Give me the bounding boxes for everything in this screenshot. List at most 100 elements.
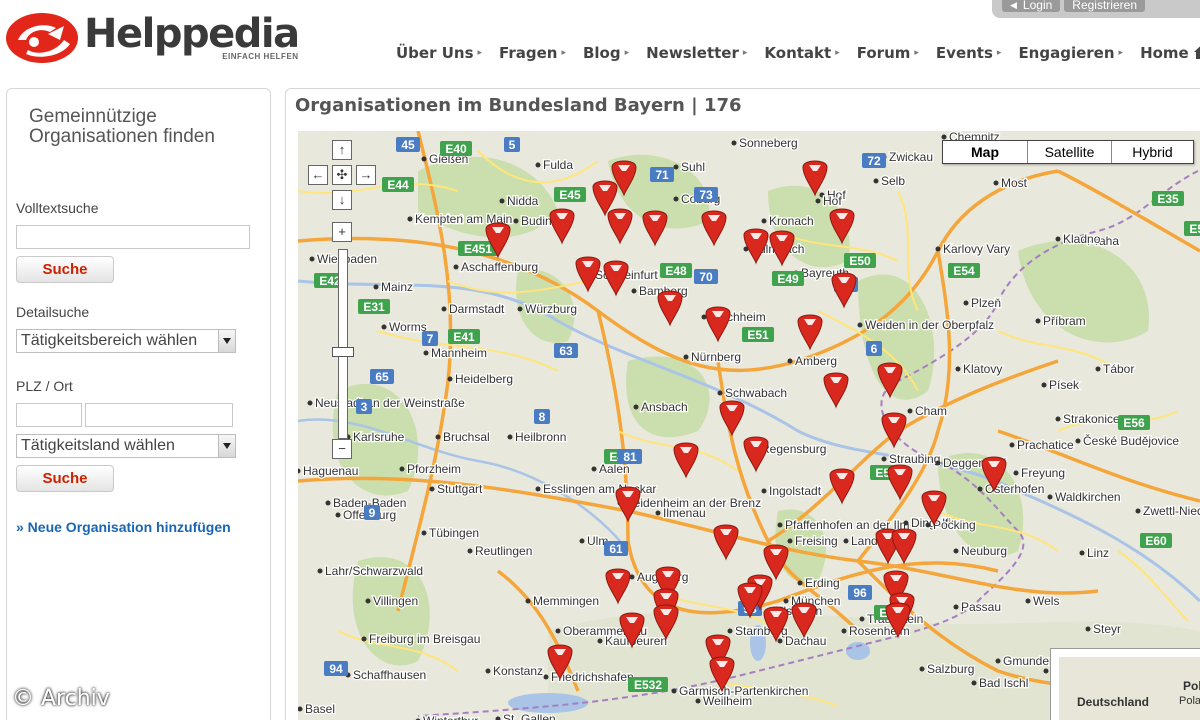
road-shield: 94 xyxy=(324,661,348,676)
svg-text:Erding: Erding xyxy=(805,576,840,590)
svg-text:Klatovy: Klatovy xyxy=(963,362,1002,376)
road-shield: E55 xyxy=(1184,221,1200,236)
road-shield: E54 xyxy=(948,263,980,278)
svg-text:Cham: Cham xyxy=(915,404,947,418)
svg-text:Selb: Selb xyxy=(881,174,905,188)
login-tab[interactable]: ◀ Login xyxy=(1002,0,1061,12)
sidebar-title: Gemeinnützige Organisationen finden xyxy=(29,106,215,147)
svg-text:Amberg: Amberg xyxy=(795,354,837,368)
svg-text:E41: E41 xyxy=(453,330,475,344)
nav-item-newsletter[interactable]: Newsletter ▸ xyxy=(646,44,747,62)
nav-item-forum[interactable]: Forum ▸ xyxy=(857,44,919,62)
svg-text:Schwabach: Schwabach xyxy=(725,386,787,400)
road-shield: 61 xyxy=(604,541,628,556)
nav-item-ueber-uns[interactable]: Über Uns ▸ xyxy=(396,44,482,62)
nav-item-kontakt[interactable]: Kontakt ▸ xyxy=(764,44,839,62)
svg-text:Aschaffenburg: Aschaffenburg xyxy=(461,260,538,274)
svg-text:Freising: Freising xyxy=(795,534,838,548)
overview-label-germany: Deutschland xyxy=(1077,695,1150,709)
svg-text:Sonneberg: Sonneberg xyxy=(739,136,798,150)
zoom-out-button[interactable]: − xyxy=(332,439,352,459)
helpedia-logo-icon xyxy=(6,13,78,63)
road-shield: E532 xyxy=(628,677,668,692)
map-type-map-button[interactable]: Map xyxy=(943,141,1027,163)
arrow-right-icon[interactable]: → xyxy=(356,165,376,185)
plz-input[interactable] xyxy=(16,403,82,427)
arrow-up-icon[interactable]: ↑ xyxy=(332,140,352,160)
svg-text:Winterthur: Winterthur xyxy=(423,714,478,720)
map-type-control: Map Satellite Hybrid xyxy=(942,140,1194,164)
road-shield: E56 xyxy=(1118,415,1150,430)
svg-text:E48: E48 xyxy=(665,264,687,278)
svg-text:Kronach: Kronach xyxy=(769,214,814,228)
map-view[interactable]: Frankfurt am MainWiesbadenMainzWormsMann… xyxy=(298,131,1200,720)
svg-text:6: 6 xyxy=(871,342,878,356)
svg-text:Kladno: Kladno xyxy=(1063,232,1101,246)
zoom-slider-thumb[interactable] xyxy=(332,347,354,357)
city-label: Karlovy Vary xyxy=(935,241,1011,257)
svg-text:61: 61 xyxy=(609,542,623,556)
city-label: Freiburg im Breisgau xyxy=(361,631,482,647)
road-shield: E49 xyxy=(772,271,804,286)
svg-text:94: 94 xyxy=(329,662,343,676)
city-label: Lahr/Schwarzwald xyxy=(317,563,424,579)
city-label: Winterthur xyxy=(415,713,480,720)
map-canvas[interactable]: Frankfurt am MainWiesbadenMainzWormsMann… xyxy=(298,131,1200,720)
brand-name: Helppedia xyxy=(84,11,300,57)
svg-text:E35: E35 xyxy=(1157,192,1179,206)
arrow-down-icon[interactable]: ↓ xyxy=(332,190,352,210)
city-label: Tübingen xyxy=(421,525,480,541)
svg-text:Weilheim: Weilheim xyxy=(703,694,752,708)
country-select[interactable]: Tätigkeitsland wählen xyxy=(16,434,236,458)
chevron-right-icon: ▸ xyxy=(477,48,483,58)
city-label: Osterhofen xyxy=(977,481,1046,497)
nav-item-engagieren[interactable]: Engagieren ▸ xyxy=(1018,44,1123,62)
svg-text:Freyung: Freyung xyxy=(1021,466,1065,480)
fulltext-search-input[interactable] xyxy=(16,225,250,249)
svg-text:E532: E532 xyxy=(634,678,662,692)
register-tab[interactable]: Registrieren xyxy=(1064,0,1145,12)
arrow-left-icon[interactable]: ← xyxy=(308,165,328,185)
city-label: Freising xyxy=(787,533,839,549)
svg-text:Hof: Hof xyxy=(823,194,842,208)
road-shield: 72 xyxy=(862,153,886,168)
svg-text:Villingen: Villingen xyxy=(373,594,418,608)
zoom-in-button[interactable]: + xyxy=(332,222,352,242)
nav-item-home[interactable]: Home xyxy=(1140,44,1200,62)
zoom-slider-track[interactable] xyxy=(338,249,348,439)
ort-input[interactable] xyxy=(85,403,233,427)
center-icon[interactable]: ✣ xyxy=(332,165,352,185)
svg-text:Ansbach: Ansbach xyxy=(641,400,688,414)
svg-text:Heidelberg: Heidelberg xyxy=(455,372,513,386)
svg-text:E51: E51 xyxy=(747,328,769,342)
road-shield: 45 xyxy=(396,137,420,152)
city-label: Neustadt an der Weinstraße xyxy=(307,395,466,411)
map-type-satellite-button[interactable]: Satellite xyxy=(1027,141,1111,163)
svg-text:Kempten: Kempten xyxy=(415,212,463,226)
category-select[interactable]: Tätigkeitsbereich wählen xyxy=(16,329,236,353)
arrow-icon: ◀ xyxy=(1010,0,1017,10)
road-shield: E50 xyxy=(844,253,876,268)
map-type-hybrid-button[interactable]: Hybrid xyxy=(1111,141,1193,163)
svg-text:Tábor: Tábor xyxy=(1103,362,1134,376)
city-label: Bruchsal xyxy=(435,429,491,445)
city-label: Zwettl-Nieder xyxy=(1135,503,1200,519)
logo[interactable]: Helppedia EINFACH HELFEN xyxy=(4,10,300,66)
city-label: Villingen xyxy=(365,593,419,609)
city-label: Ilmenau xyxy=(655,505,707,521)
city-label: Haguenau xyxy=(298,463,360,479)
fulltext-search-button[interactable]: Suche xyxy=(16,256,114,283)
nav-item-events[interactable]: Events ▸ xyxy=(936,44,1002,62)
svg-text:Gmunden: Gmunden xyxy=(1003,654,1056,668)
city-label: Ansbach xyxy=(633,399,689,415)
nav-item-blog[interactable]: Blog ▸ xyxy=(583,44,629,62)
detail-search-button[interactable]: Suche xyxy=(16,465,114,492)
nav-item-fragen[interactable]: Fragen ▸ xyxy=(499,44,566,62)
city-label: Dachau xyxy=(777,633,828,649)
chevron-right-icon: ▸ xyxy=(996,48,1002,58)
overview-map[interactable]: Polsk Deutschland Polan xyxy=(1050,648,1200,720)
svg-text:Příbram: Příbram xyxy=(1043,314,1086,328)
add-organisation-link[interactable]: » Neue Organisation hinzufügen xyxy=(16,519,231,535)
city-label: Bad Ischl xyxy=(971,675,1030,691)
road-shield: E45 xyxy=(554,187,586,202)
